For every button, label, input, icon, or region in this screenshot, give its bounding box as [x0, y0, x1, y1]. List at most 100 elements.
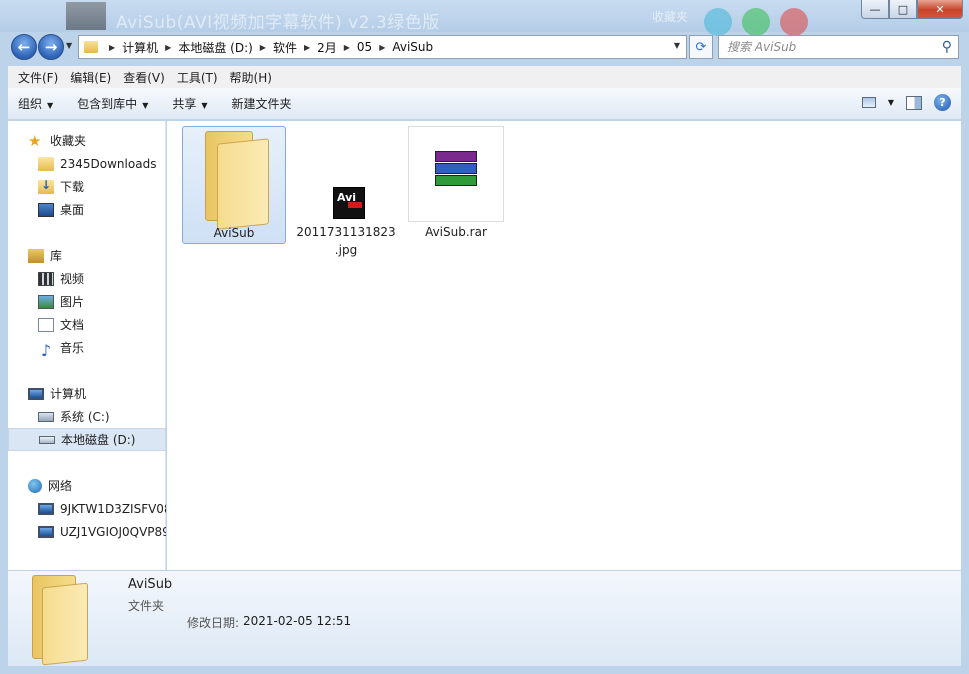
sidebar-item-label: 下载: [60, 180, 85, 194]
folder-icon: [38, 156, 54, 171]
music-note-icon: ♪: [40, 340, 52, 360]
maximize-button[interactable]: □: [889, 0, 917, 19]
minimize-button[interactable]: —: [861, 0, 889, 19]
organize-button[interactable]: 组织 ▼: [18, 95, 53, 112]
share-label: 共享: [172, 97, 197, 111]
sidebar-item-desktop[interactable]: 桌面: [8, 198, 166, 221]
navigation-pane: ★收藏夹 2345Downloads 下载 桌面 库 视频 图片 文档 ♪音乐 …: [8, 121, 166, 570]
sidebar-item-documents[interactable]: 文档: [8, 313, 166, 336]
sidebar-item-label: 网络: [48, 479, 73, 493]
organize-label: 组织: [18, 97, 43, 111]
change-view-icon[interactable]: [861, 97, 876, 108]
menu-view[interactable]: 查看(V): [117, 69, 171, 86]
file-item-folder[interactable]: AviSub: [182, 126, 286, 244]
refresh-button[interactable]: ⟳: [689, 35, 713, 59]
chevron-right-icon[interactable]: ▶: [379, 43, 385, 52]
sidebar-item-network-pc[interactable]: 9JKTW1D3ZISFV08: [8, 497, 166, 520]
address-dropdown-icon[interactable]: ▼: [674, 41, 680, 50]
sidebar-item-computer[interactable]: 计算机: [8, 382, 166, 405]
window-controls: — □ ✕: [861, 0, 963, 19]
sidebar-item-libraries[interactable]: 库: [8, 244, 166, 267]
close-button[interactable]: ✕: [917, 0, 963, 19]
search-icon[interactable]: ⚲: [942, 39, 952, 55]
breadcrumb-february[interactable]: 2月: [317, 39, 337, 56]
sidebar-item-label: UZJ1VGIOJ0QVP89: [60, 524, 166, 539]
breadcrumb-avisub[interactable]: AviSub: [392, 40, 433, 54]
details-name: AviSub: [128, 577, 173, 592]
download-folder-icon: [38, 178, 54, 194]
title-ghost-text: 收藏夹: [652, 10, 689, 24]
file-item-jpg[interactable]: Avi 2011731131823 .jpg: [291, 126, 401, 257]
file-name: AviSub: [213, 226, 255, 240]
sidebar-item-drive-c[interactable]: 系统 (C:): [8, 405, 166, 428]
breadcrumb-drive-d[interactable]: 本地磁盘 (D:): [178, 39, 252, 56]
file-name: AviSub.rar: [425, 225, 487, 239]
folder-icon: [32, 575, 92, 666]
hard-disk-icon: [39, 435, 55, 444]
share-button[interactable]: 共享 ▼: [172, 95, 207, 112]
picture-icon: [38, 294, 54, 309]
recent-pages-dropdown-icon[interactable]: ▼: [66, 41, 72, 50]
command-bar: 组织 ▼ 包含到库中 ▼ 共享 ▼ 新建文件夹 ▼ ?: [8, 88, 961, 120]
window-thumbnail: [66, 2, 106, 30]
library-icon: [28, 248, 44, 263]
chevron-right-icon[interactable]: ▶: [344, 43, 350, 52]
sidebar-item-downloads[interactable]: 下载: [8, 175, 166, 198]
rar-thumbnail: [408, 126, 504, 222]
file-name-line1: 2011731131823: [296, 225, 396, 239]
folder-icon: [84, 41, 98, 53]
sidebar-item-label: 音乐: [60, 341, 85, 355]
winrar-archive-icon: [435, 151, 477, 189]
help-icon[interactable]: ?: [934, 94, 951, 111]
sidebar-item-pictures[interactable]: 图片: [8, 290, 166, 313]
view-dropdown-icon[interactable]: ▼: [888, 98, 894, 107]
breadcrumb-05[interactable]: 05: [357, 40, 372, 54]
sidebar-item-network-pc[interactable]: UZJ1VGIOJ0QVP89: [8, 520, 166, 543]
new-folder-button[interactable]: 新建文件夹: [232, 95, 292, 112]
menu-tools[interactable]: 工具(T): [171, 69, 224, 86]
menu-help[interactable]: 帮助(H): [224, 69, 278, 86]
chevron-right-icon[interactable]: ▶: [304, 43, 310, 52]
folder-front: [42, 582, 88, 666]
network-group: 网络 9JKTW1D3ZISFV08 UZJ1VGIOJ0QVP89: [8, 474, 166, 543]
network-computer-icon: [38, 502, 54, 515]
preview-pane-icon[interactable]: [906, 95, 922, 110]
menu-bar: 文件(F) 编辑(E) 查看(V) 工具(T) 帮助(H): [8, 66, 961, 88]
back-button[interactable]: ←: [11, 34, 37, 60]
address-bar[interactable]: ▶ 计算机 ▶ 本地磁盘 (D:) ▶ 软件 ▶ 2月 ▶ 05 ▶ AviSu…: [78, 35, 687, 59]
sidebar-item-network[interactable]: 网络: [8, 474, 166, 497]
folder-front: [217, 138, 269, 230]
sidebar-item-label: 系统 (C:): [60, 410, 110, 424]
sidebar-item-favorites[interactable]: ★ 收藏夹: [8, 129, 166, 152]
sidebar-item-label: 视频: [60, 272, 85, 286]
search-input[interactable]: [727, 40, 927, 54]
file-item-rar[interactable]: AviSub.rar: [408, 126, 504, 244]
breadcrumb-software[interactable]: 软件: [273, 39, 297, 56]
sidebar-item-label: 2345Downloads: [60, 156, 157, 171]
desktop-icon: [38, 202, 54, 217]
file-list-area[interactable]: AviSub Avi 2011731131823 .jpg AviSub.rar: [167, 121, 961, 570]
sidebar-item-label: 计算机: [50, 387, 87, 401]
thumbnail-mark: [348, 202, 362, 208]
forward-button[interactable]: →: [38, 34, 64, 60]
chevron-right-icon[interactable]: ▶: [165, 43, 171, 52]
sidebar-item-drive-d[interactable]: 本地磁盘 (D:): [8, 428, 166, 451]
details-type: 文件夹: [128, 599, 165, 613]
details-date-value: 2021-02-05 12:51: [243, 614, 352, 628]
computer-group: 计算机 系统 (C:) 本地磁盘 (D:): [8, 382, 166, 451]
chevron-right-icon[interactable]: ▶: [260, 43, 266, 52]
include-library-label: 包含到库中: [77, 97, 138, 111]
title-bar: AviSub(AVI视频加字幕软件) v2.3绿色版 收藏夹 — □ ✕: [0, 0, 969, 36]
sidebar-item-music[interactable]: ♪ 音乐: [8, 336, 166, 360]
breadcrumb-computer[interactable]: 计算机: [122, 39, 158, 56]
chevron-right-icon[interactable]: ▶: [109, 43, 115, 52]
include-in-library-button[interactable]: 包含到库中 ▼: [77, 95, 148, 112]
sidebar-item-2345downloads[interactable]: 2345Downloads: [8, 152, 166, 175]
sidebar-item-label: 本地磁盘 (D:): [61, 433, 136, 447]
search-box[interactable]: ⚲: [718, 35, 959, 59]
menu-edit[interactable]: 编辑(E): [64, 69, 117, 86]
menu-file[interactable]: 文件(F): [12, 69, 64, 86]
archive-stripe: [435, 163, 477, 174]
folder-icon: [205, 131, 269, 230]
sidebar-item-videos[interactable]: 视频: [8, 267, 166, 290]
